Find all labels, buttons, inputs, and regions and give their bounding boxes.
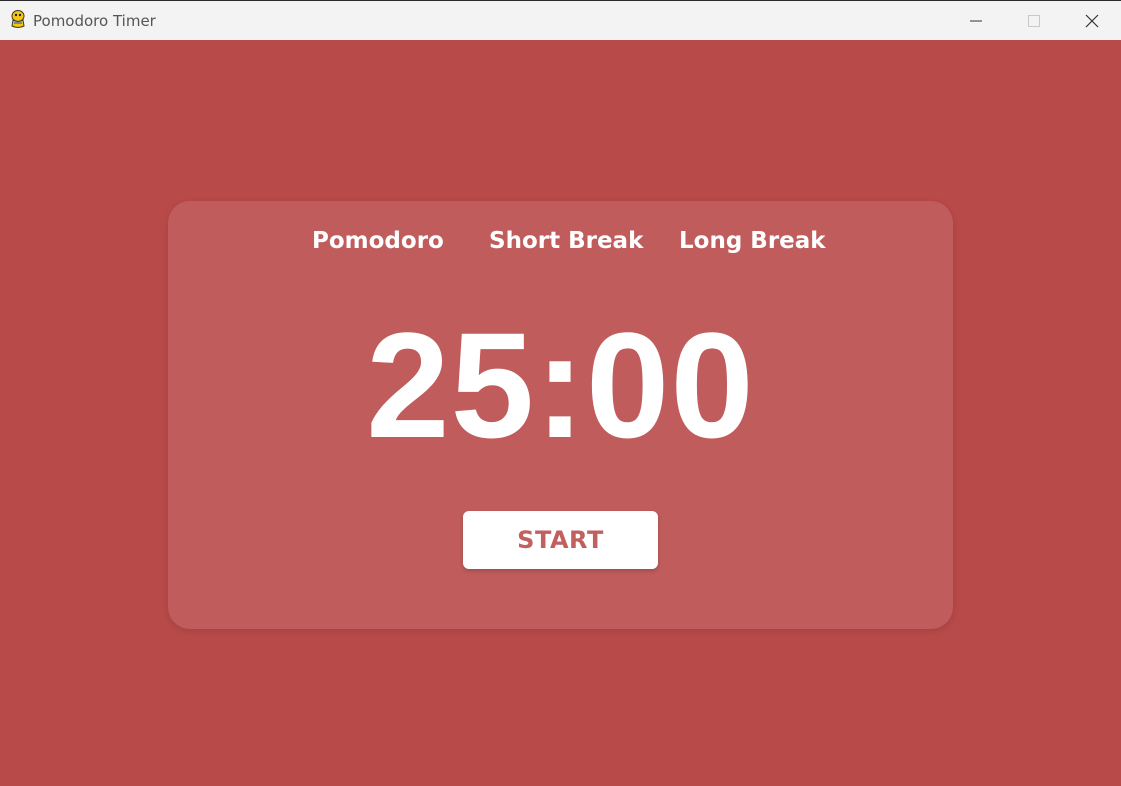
app-window: Pomodoro Timer Pomodoro Short Break Long…: [0, 0, 1121, 786]
start-button[interactable]: START: [463, 511, 658, 569]
tab-pomodoro[interactable]: Pomodoro: [312, 226, 444, 256]
close-button[interactable]: [1063, 1, 1121, 40]
pygame-snake-icon: [11, 10, 25, 28]
tab-short-break[interactable]: Short Break: [489, 226, 643, 256]
title-bar[interactable]: Pomodoro Timer: [0, 0, 1121, 40]
close-icon: [1085, 14, 1099, 27]
mode-tabs: Pomodoro Short Break Long Break: [0, 226, 1121, 256]
maximize-button[interactable]: [1005, 1, 1063, 40]
timer-display: 25:00: [366, 301, 755, 469]
minimize-button[interactable]: [947, 1, 1005, 40]
tab-long-break[interactable]: Long Break: [679, 226, 826, 256]
minimize-icon: [970, 20, 982, 21]
maximize-icon: [1028, 14, 1040, 27]
window-title: Pomodoro Timer: [33, 12, 156, 30]
